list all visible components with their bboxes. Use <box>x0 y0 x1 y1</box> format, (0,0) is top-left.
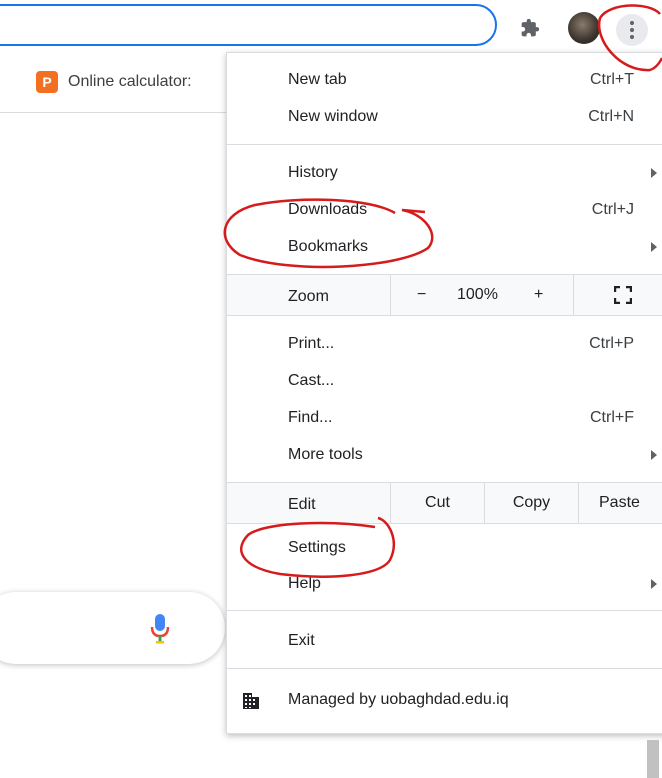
menu-label: Help <box>288 575 321 592</box>
menu-item-new-window[interactable]: New window Ctrl+N <box>227 100 662 136</box>
menu-shortcut: Ctrl+P <box>589 335 634 352</box>
menu-label: More tools <box>288 446 363 463</box>
zoom-controls: − 100% + <box>390 275 573 315</box>
edit-row: Edit Cut Copy Paste <box>227 483 662 523</box>
bookmark-label: Online calculator: <box>68 73 192 90</box>
menu-item-bookmarks[interactable]: Bookmarks <box>227 230 662 266</box>
dot-icon <box>630 21 634 25</box>
zoom-row: Zoom − 100% + <box>227 275 662 315</box>
zoom-in-button[interactable]: + <box>534 286 543 304</box>
puzzle-extensions-icon[interactable] <box>518 16 542 40</box>
menu-shortcut: Ctrl+J <box>591 201 634 218</box>
menu-divider <box>227 144 662 145</box>
cut-label: Cut <box>425 494 450 511</box>
profile-avatar[interactable] <box>568 12 600 44</box>
menu-item-more-tools[interactable]: More tools <box>227 438 662 474</box>
menu-label: Exit <box>288 632 315 649</box>
more-menu-kebab-icon[interactable] <box>616 14 648 46</box>
dot-icon <box>630 35 634 39</box>
menu-shortcut: Ctrl+T <box>590 71 634 88</box>
submenu-arrow-icon <box>651 579 657 589</box>
address-bar[interactable] <box>0 4 497 46</box>
menu-label: Managed by uobaghdad.edu.iq <box>288 691 509 708</box>
menu-item-help[interactable]: Help <box>227 567 662 603</box>
menu-item-cast[interactable]: Cast... <box>227 364 662 400</box>
building-icon <box>243 693 259 709</box>
zoom-label: Zoom <box>288 288 329 305</box>
copy-label: Copy <box>512 494 551 511</box>
fullscreen-icon <box>613 286 632 304</box>
paste-label: Paste <box>599 494 640 511</box>
menu-shortcut: Ctrl+F <box>590 409 634 426</box>
google-search-box[interactable] <box>0 592 225 664</box>
bookmark-online-calculator[interactable]: P Online calculator: <box>36 71 192 93</box>
menu-item-new-tab[interactable]: New tab Ctrl+T <box>227 63 662 99</box>
menu-item-print[interactable]: Print... Ctrl+P <box>227 327 662 363</box>
menu-label: Print... <box>288 335 335 352</box>
zoom-level: 100% <box>457 286 498 303</box>
menu-divider <box>227 523 662 524</box>
submenu-arrow-icon <box>651 168 657 178</box>
submenu-arrow-icon <box>651 450 657 460</box>
copy-button[interactable]: Copy <box>484 483 578 523</box>
menu-item-exit[interactable]: Exit <box>227 624 662 660</box>
menu-item-downloads[interactable]: Downloads Ctrl+J <box>227 193 662 229</box>
menu-label: Cast... <box>288 372 335 389</box>
menu-label: New tab <box>288 71 347 88</box>
menu-item-managed[interactable]: Managed by uobaghdad.edu.iq <box>227 683 662 719</box>
menu-divider <box>227 668 662 669</box>
menu-divider <box>227 610 662 611</box>
submenu-arrow-icon <box>651 242 657 252</box>
menu-item-settings[interactable]: Settings <box>227 531 662 567</box>
microphone-icon[interactable] <box>148 610 172 646</box>
menu-item-history[interactable]: History <box>227 156 662 192</box>
zoom-out-button[interactable]: − <box>417 286 426 304</box>
menu-label: Downloads <box>288 201 368 218</box>
p-logo-favicon-icon: P <box>36 71 58 93</box>
menu-label: Find... <box>288 409 333 426</box>
menu-label: History <box>288 164 338 181</box>
menu-shortcut: Ctrl+N <box>588 108 634 125</box>
cut-button[interactable]: Cut <box>390 483 484 523</box>
page-scrollbar[interactable] <box>647 740 659 778</box>
dot-icon <box>630 28 634 32</box>
paste-button[interactable]: Paste <box>578 483 662 523</box>
fullscreen-button[interactable] <box>573 275 662 315</box>
menu-item-find[interactable]: Find... Ctrl+F <box>227 401 662 437</box>
edit-label: Edit <box>288 496 316 513</box>
menu-label: Bookmarks <box>288 238 369 255</box>
menu-label: New window <box>288 108 378 125</box>
chrome-main-menu: New tab Ctrl+T New window Ctrl+N History… <box>226 52 662 734</box>
menu-divider <box>227 315 662 316</box>
menu-label: Settings <box>288 539 346 556</box>
